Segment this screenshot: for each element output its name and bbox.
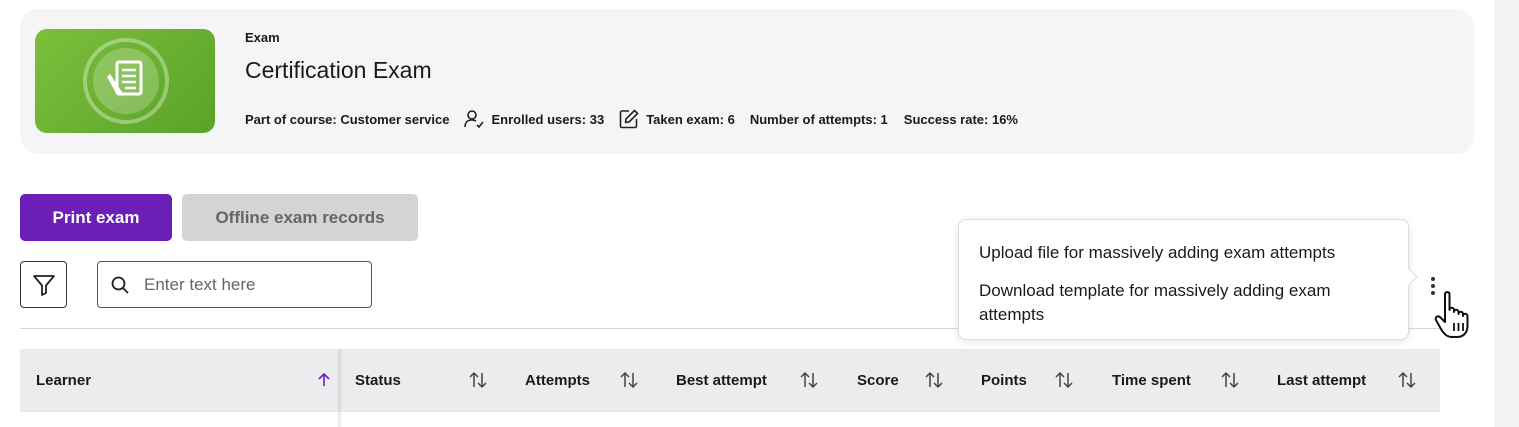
sticky-column-shadow bbox=[338, 349, 343, 427]
sort-icon[interactable] bbox=[799, 370, 819, 390]
success-rate-stat: Success rate: 16% bbox=[903, 111, 1018, 127]
enrolled-users-stat: Enrolled users: 33 bbox=[463, 108, 604, 130]
menu-item-upload-attempts[interactable]: Upload file for massively adding exam at… bbox=[979, 241, 1389, 265]
filter-icon bbox=[32, 274, 55, 296]
exam-thumbnail bbox=[35, 29, 215, 133]
search-input[interactable] bbox=[144, 274, 354, 295]
taken-exam-stat: Taken exam: 6 bbox=[618, 108, 735, 130]
sort-icon[interactable] bbox=[1397, 370, 1417, 390]
sort-ascending-icon[interactable] bbox=[314, 370, 334, 390]
exam-header-card: Exam Certification Exam Part of course: … bbox=[20, 9, 1474, 154]
column-header-time-spent[interactable]: Time spent bbox=[1112, 349, 1262, 411]
more-actions-menu: Upload file for massively adding exam at… bbox=[958, 219, 1418, 340]
column-header-attempts[interactable]: Attempts bbox=[525, 349, 655, 411]
page-scrollbar-track[interactable] bbox=[1494, 0, 1519, 427]
page-title: Certification Exam bbox=[245, 57, 432, 83]
enrolled-users-text: Enrolled users: 33 bbox=[491, 111, 605, 127]
column-header-status[interactable]: Status bbox=[355, 349, 505, 411]
column-header-score[interactable]: Score bbox=[857, 349, 967, 411]
column-header-points[interactable]: Points bbox=[981, 349, 1091, 411]
search-icon bbox=[109, 274, 131, 296]
sort-icon[interactable] bbox=[468, 370, 488, 390]
sort-icon[interactable] bbox=[924, 370, 944, 390]
exam-document-icon bbox=[107, 60, 143, 96]
table-row-divider bbox=[20, 411, 1440, 412]
sort-icon[interactable] bbox=[1054, 370, 1074, 390]
edit-icon bbox=[618, 108, 640, 130]
course-info: Part of course: Customer service bbox=[245, 111, 450, 127]
offline-exam-records-button[interactable]: Offline exam records bbox=[182, 194, 418, 241]
sort-icon[interactable] bbox=[619, 370, 639, 390]
sort-icon[interactable] bbox=[1220, 370, 1240, 390]
user-check-icon bbox=[463, 108, 485, 130]
print-exam-button[interactable]: Print exam bbox=[20, 194, 172, 241]
thumbnail-ring bbox=[83, 38, 169, 124]
table-header: Learner Status Attempts Best attempt Sco… bbox=[20, 349, 1440, 411]
hand-pointer-cursor-icon bbox=[1434, 291, 1469, 338]
exam-stats: Part of course: Customer service Enrolle… bbox=[245, 108, 1018, 130]
taken-exam-text: Taken exam: 6 bbox=[646, 111, 735, 127]
column-header-best-attempt[interactable]: Best attempt bbox=[676, 349, 836, 411]
menu-item-download-template[interactable]: Download template for massively adding e… bbox=[979, 279, 1389, 327]
filter-button[interactable] bbox=[20, 261, 67, 308]
content-type-label: Exam bbox=[245, 30, 280, 45]
attempts-stat: Number of attempts: 1 bbox=[749, 111, 888, 127]
column-header-last-attempt[interactable]: Last attempt bbox=[1277, 349, 1427, 411]
popover-arrow bbox=[1400, 268, 1418, 286]
column-header-learner[interactable]: Learner bbox=[36, 349, 336, 411]
search-field[interactable] bbox=[97, 261, 372, 308]
